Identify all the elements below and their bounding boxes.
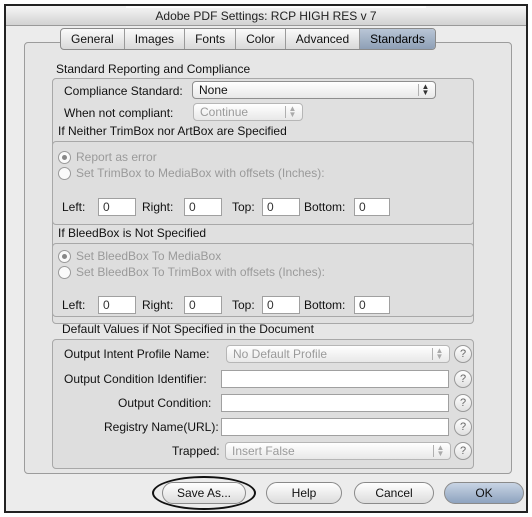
trimbox-top-label: Top: xyxy=(232,200,255,214)
popup-arrows-icon: ▲ ▼ xyxy=(285,105,299,119)
bleedbox-left-label: Left: xyxy=(62,298,86,312)
bleedbox-set-mediabox-radio[interactable] xyxy=(58,250,71,263)
tab-fonts[interactable]: Fonts xyxy=(185,29,237,49)
popup-arrows-icon: ▲ ▼ xyxy=(418,83,432,97)
trimbox-set-mediabox-radio[interactable] xyxy=(58,167,71,180)
window-title: Adobe PDF Settings: RCP HIGH RES v 7 xyxy=(6,6,526,26)
trimbox-right-field[interactable]: 0 xyxy=(184,198,222,216)
output-condition-field[interactable] xyxy=(221,394,449,412)
trapped-label: Trapped: xyxy=(172,444,220,458)
tab-general[interactable]: General xyxy=(61,29,125,49)
trimbox-set-mediabox-label: Set TrimBox to MediaBox with offsets (In… xyxy=(76,166,325,180)
bleedbox-set-mediabox-label: Set BleedBox To MediaBox xyxy=(76,249,222,263)
popup-arrows-icon: ▲ ▼ xyxy=(432,347,446,361)
defaults-section-title: Default Values if Not Specified in the D… xyxy=(62,322,314,336)
output-condition-label: Output Condition: xyxy=(118,396,212,410)
trimbox-bottom-label: Bottom: xyxy=(304,200,346,214)
trimbox-bottom-field[interactable]: 0 xyxy=(354,198,390,216)
when-not-compliant-popup[interactable]: Continue ▲ ▼ xyxy=(193,103,303,121)
registry-name-field[interactable] xyxy=(221,418,449,436)
trimbox-section-title: If Neither TrimBox nor ArtBox are Specif… xyxy=(58,124,287,138)
trapped-popup[interactable]: Insert False ▲ ▼ xyxy=(225,442,451,460)
bleedbox-top-field[interactable]: 0 xyxy=(262,296,300,314)
bleedbox-right-label: Right: xyxy=(142,298,174,312)
bleedbox-set-trimbox-label: Set BleedBox To TrimBox with offsets (In… xyxy=(76,265,325,279)
help-icon[interactable]: ? xyxy=(454,442,472,460)
compliance-standard-label: Compliance Standard: xyxy=(64,84,183,98)
trimbox-left-field[interactable]: 0 xyxy=(98,198,136,216)
trimbox-report-error-label: Report as error xyxy=(76,150,157,164)
output-condition-id-label: Output Condition Identifier: xyxy=(64,372,207,386)
bleedbox-bottom-label: Bottom: xyxy=(304,298,346,312)
popup-arrows-icon: ▲ ▼ xyxy=(433,444,447,458)
help-icon[interactable]: ? xyxy=(454,345,472,363)
tab-color[interactable]: Color xyxy=(236,29,286,49)
top-edge xyxy=(126,6,426,8)
trapped-value: Insert False xyxy=(232,444,295,458)
save-as-button[interactable]: Save As... xyxy=(162,482,246,504)
output-intent-popup[interactable]: No Default Profile ▲ ▼ xyxy=(226,345,450,363)
trimbox-top-field[interactable]: 0 xyxy=(262,198,300,216)
bleedbox-right-field[interactable]: 0 xyxy=(184,296,222,314)
bleedbox-bottom-field[interactable]: 0 xyxy=(354,296,390,314)
help-icon[interactable]: ? xyxy=(454,418,472,436)
output-intent-value: No Default Profile xyxy=(233,347,328,361)
trimbox-report-error-radio[interactable] xyxy=(58,151,71,164)
bleedbox-left-field[interactable]: 0 xyxy=(98,296,136,314)
tab-standards[interactable]: Standards xyxy=(360,29,435,49)
ok-button[interactable]: OK xyxy=(444,482,524,504)
compliance-standard-popup[interactable]: None ▲ ▼ xyxy=(192,81,436,99)
help-button[interactable]: Help xyxy=(266,482,342,504)
bleedbox-top-label: Top: xyxy=(232,298,255,312)
output-intent-label: Output Intent Profile Name: xyxy=(64,347,210,361)
output-condition-id-field[interactable] xyxy=(221,370,449,388)
when-not-compliant-value: Continue xyxy=(200,105,249,119)
bleedbox-section-title: If BleedBox is Not Specified xyxy=(58,226,207,240)
tab-bar: General Images Fonts Color Advanced Stan… xyxy=(60,28,436,50)
registry-name-label: Registry Name(URL): xyxy=(104,420,219,434)
tab-advanced[interactable]: Advanced xyxy=(286,29,361,49)
compliance-standard-value: None xyxy=(199,83,228,97)
trimbox-left-label: Left: xyxy=(62,200,86,214)
help-icon[interactable]: ? xyxy=(454,394,472,412)
cancel-button[interactable]: Cancel xyxy=(354,482,434,504)
bleedbox-set-trimbox-radio[interactable] xyxy=(58,266,71,279)
trimbox-right-label: Right: xyxy=(142,200,174,214)
section-title-standards: Standard Reporting and Compliance xyxy=(56,62,251,76)
when-not-compliant-label: When not compliant: xyxy=(64,106,174,120)
tab-images[interactable]: Images xyxy=(125,29,186,49)
help-icon[interactable]: ? xyxy=(454,370,472,388)
